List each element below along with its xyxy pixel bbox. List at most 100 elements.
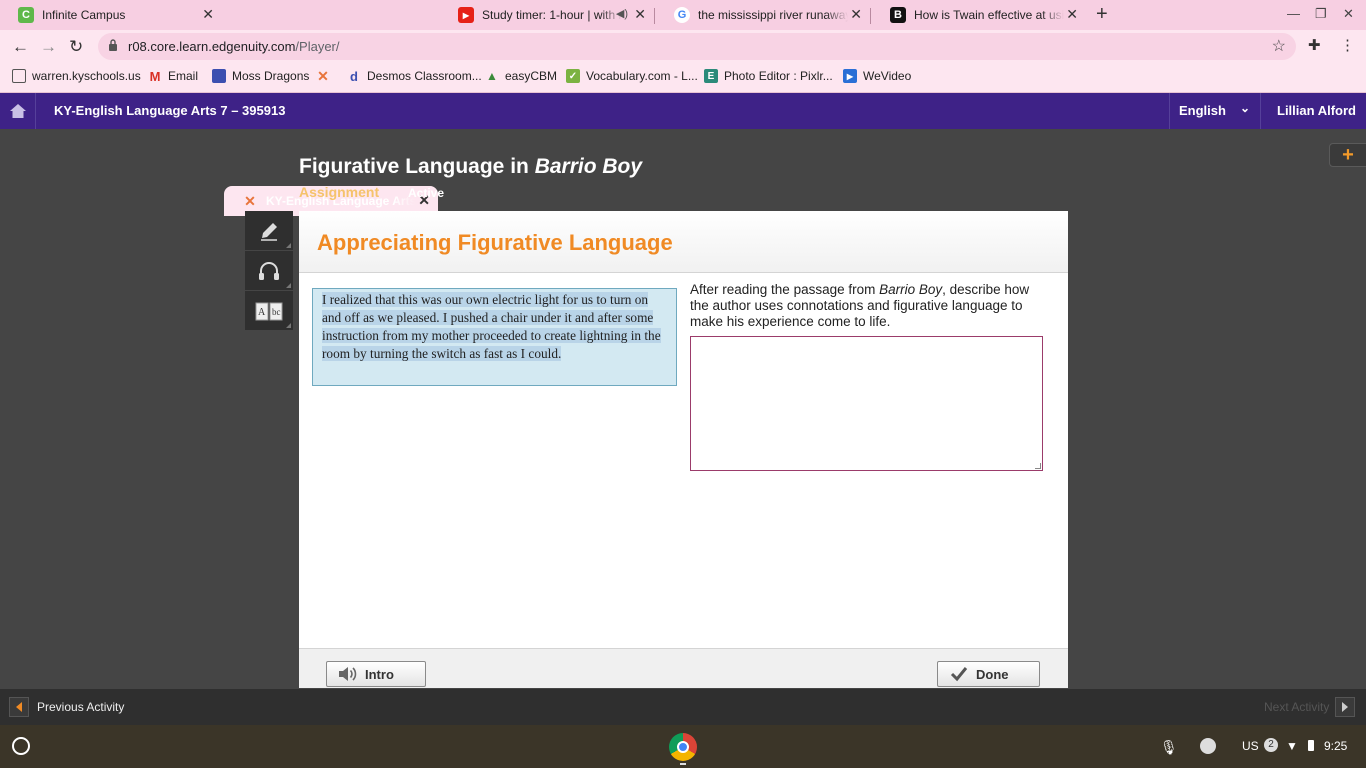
bookmark-easycbm[interactable]: ▲ easyCBM	[485, 69, 557, 83]
pencil-icon	[261, 222, 277, 241]
checkmark-icon	[950, 667, 968, 682]
read-aloud-tool[interactable]	[245, 251, 293, 291]
bookmark-vocabulary[interactable]: ✓ Vocabulary.com - L...	[566, 69, 698, 83]
expand-plus-button[interactable]: +	[1329, 143, 1366, 167]
previous-activity-label[interactable]: Previous Activity	[37, 700, 124, 714]
bookmark-moss-dragons[interactable]: Moss Dragons	[212, 69, 309, 83]
forward-icon[interactable]: →	[40, 37, 57, 57]
launcher-icon[interactable]	[12, 737, 30, 755]
bookmark-label: easyCBM	[505, 69, 558, 83]
bookmark-label: Moss Dragons	[232, 69, 310, 83]
user-name: Lillian Alford	[1277, 103, 1356, 118]
bookmark-label: WeVideo	[863, 69, 912, 83]
lock-icon	[109, 39, 117, 51]
bookmarks-bar: warren.kyschools.us M Email Moss Dragons…	[0, 63, 1366, 93]
intro-button[interactable]: Intro	[326, 661, 426, 687]
bookmark-warren[interactable]: warren.kyschools.us	[12, 69, 141, 83]
new-tab-button[interactable]: +	[1096, 3, 1108, 26]
browser-toolbar: ← → ↻ r08.core.learn.edgenuity.com/Playe…	[0, 30, 1366, 63]
tab-infinite-campus[interactable]: C Infinite Campus ✕	[0, 0, 222, 30]
intro-label: Intro	[365, 666, 394, 682]
passage-text: I realized that this was our own electri…	[322, 292, 661, 361]
bookmark-edgenuity[interactable]: ✕	[316, 68, 336, 84]
notification-count-badge[interactable]: 2	[1264, 738, 1278, 752]
course-header: KY-English Language Arts 7 – 395913 Engl…	[0, 93, 1366, 129]
bookmark-star-icon[interactable]: ☆	[1272, 36, 1286, 56]
lesson-title-italic: Barrio Boy	[534, 155, 643, 178]
folder-icon	[12, 69, 26, 83]
tab-brainly[interactable]: B How is Twain effective at using the ✕	[872, 0, 1086, 30]
bookmark-desmos[interactable]: d Desmos Classroom...	[347, 68, 482, 84]
close-tab-icon[interactable]: ✕	[1066, 6, 1078, 23]
tab-study-timer[interactable]: ▶ Study timer: 1-hour | with music ◀) ✕	[440, 0, 654, 30]
assignment-label: Assignment	[299, 184, 380, 200]
extensions-icon[interactable]: ✚	[1308, 36, 1321, 54]
wifi-icon[interactable]: ▼	[1286, 739, 1298, 753]
activity-header: Appreciating Figurative Language	[299, 211, 1068, 273]
svg-text:A: A	[258, 307, 266, 318]
answer-textarea[interactable]	[690, 336, 1043, 471]
audio-playing-icon[interactable]: ◀)	[616, 7, 628, 20]
done-button[interactable]: Done	[937, 661, 1040, 687]
restore-icon[interactable]: ❐	[1315, 6, 1327, 22]
close-tab-icon[interactable]: ✕	[202, 6, 214, 23]
caret-left-icon	[16, 702, 22, 712]
close-window-icon[interactable]: ✕	[1343, 6, 1354, 22]
bookmark-pixlr[interactable]: E Photo Editor : Pixlr...	[704, 69, 833, 83]
lesson-title: Figurative Language in Barrio Boy	[299, 155, 642, 179]
next-activity-button[interactable]	[1335, 697, 1355, 717]
highlighter-tool[interactable]	[245, 211, 293, 251]
keyboard-layout[interactable]: US	[1242, 739, 1259, 753]
language-selector[interactable]: English ⌄	[1169, 93, 1260, 129]
dictionary-book-icon: A bc	[255, 302, 283, 320]
tab-divider	[870, 8, 871, 24]
tab-google-search[interactable]: G the mississippi river runaways ✕	[656, 0, 870, 30]
browser-tab-strip: C Infinite Campus ✕ ✕ KY-English Languag…	[0, 0, 1366, 216]
tool-rail: A bc	[245, 211, 293, 331]
easycbm-icon: ▲	[486, 69, 498, 83]
bookmark-label: Desmos Classroom...	[367, 69, 482, 83]
question-text: After reading the passage from	[690, 282, 880, 297]
clock-time[interactable]: 9:25	[1324, 739, 1347, 753]
bookmark-label: warren.kyschools.us	[32, 69, 141, 83]
bookmark-label: Photo Editor : Pixlr...	[724, 69, 833, 83]
cast-icon[interactable]	[1200, 738, 1216, 754]
close-tab-icon[interactable]: ✕	[850, 6, 862, 23]
reload-icon[interactable]: ↻	[69, 37, 83, 57]
url-path: /Player/	[295, 39, 340, 54]
microphone-icon[interactable]: 🎙	[1160, 739, 1178, 756]
activity-heading: Appreciating Figurative Language	[317, 230, 673, 255]
bookmark-wevideo[interactable]: ▶ WeVideo	[843, 69, 911, 83]
youtube-icon: ▶	[458, 7, 474, 23]
menu-icon[interactable]: ⋮	[1340, 36, 1355, 54]
edgenuity-icon: ✕	[244, 192, 256, 209]
bookmark-email[interactable]: M Email	[148, 69, 198, 84]
tab-title: the mississippi river runaways	[698, 8, 848, 22]
desmos-icon: d	[350, 68, 358, 84]
tab-title: How is Twain effective at using the	[914, 8, 1064, 22]
minimize-icon[interactable]: —	[1287, 6, 1300, 21]
activity-footer: Intro Done	[299, 648, 1068, 688]
bookmark-label: Vocabulary.com - L...	[586, 69, 698, 83]
address-bar[interactable]: r08.core.learn.edgenuity.com/Player/ ☆	[98, 33, 1296, 60]
headphones-icon	[259, 261, 279, 280]
battery-icon[interactable]	[1308, 740, 1314, 751]
google-icon: G	[674, 7, 690, 23]
speaker-icon	[339, 667, 357, 681]
user-menu[interactable]: Lillian Alford	[1260, 93, 1366, 129]
done-label: Done	[976, 666, 1009, 682]
tab-title: Infinite Campus	[42, 8, 126, 22]
back-icon[interactable]: ←	[12, 37, 29, 57]
course-title: KY-English Language Arts 7 – 395913	[54, 103, 286, 118]
home-button[interactable]	[0, 93, 36, 129]
previous-activity-button[interactable]	[9, 697, 29, 717]
chrome-icon[interactable]	[669, 733, 697, 761]
infinite-campus-icon: C	[18, 7, 34, 23]
glossary-tool[interactable]: A bc	[245, 291, 293, 331]
resize-grip[interactable]	[1035, 463, 1041, 469]
question-prompt: After reading the passage from Barrio Bo…	[690, 282, 1040, 330]
close-tab-icon[interactable]: ✕	[634, 6, 646, 23]
tab-title: Study timer: 1-hour | with music	[482, 8, 622, 22]
next-activity-label: Next Activity	[1264, 700, 1330, 714]
question-italic: Barrio Boy	[879, 282, 943, 297]
